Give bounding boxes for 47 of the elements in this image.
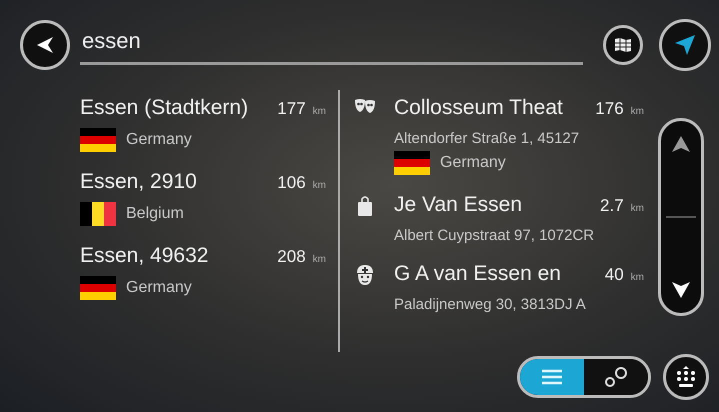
navigation-arrow-icon [674, 34, 696, 56]
masks-icon [354, 98, 376, 114]
bag-icon [357, 195, 373, 217]
address-text: Altendorfer Straße 1, 45127 [394, 130, 580, 147]
country-label: Germany [126, 279, 192, 297]
distance-label: 177 [277, 99, 306, 119]
result-name[interactable]: Je Van Essen [394, 193, 594, 217]
up-arrow-icon[interactable] [671, 135, 691, 153]
list-icon [540, 369, 564, 385]
unit-label: km [312, 180, 326, 191]
navigation-button[interactable] [659, 19, 711, 71]
flag-icon [80, 276, 116, 300]
flag-icon [394, 151, 430, 175]
keyboard-button[interactable] [663, 354, 709, 400]
distance-label: 176 [595, 99, 624, 119]
unit-label: km [312, 106, 326, 117]
distance-label: 2.7 [600, 196, 624, 216]
list-view-button[interactable] [520, 359, 584, 395]
search-field[interactable]: essen [80, 19, 583, 65]
unit-label: km [312, 254, 326, 265]
map-icon [614, 37, 632, 53]
unit-label: km [630, 272, 644, 283]
face-icon [355, 264, 375, 286]
address-text: Albert Cuypstraat 97, 1072CR [394, 227, 596, 244]
unit-label: km [630, 203, 644, 214]
flag-icon [80, 202, 116, 226]
result-name[interactable]: Essen, 49632 [80, 244, 272, 268]
country-label: Belgium [126, 205, 184, 223]
result-name[interactable]: Essen (Stadtkern) [80, 96, 272, 120]
unit-label: km [630, 106, 644, 117]
keyboard-icon [674, 365, 698, 389]
back-arrow-icon [35, 35, 55, 55]
address-text: Paladijnenweg 30, 3813DJ A [394, 296, 587, 313]
result-name[interactable]: G A van Essen en [394, 262, 599, 286]
down-arrow-icon[interactable] [671, 281, 691, 299]
distance-label: 106 [277, 173, 306, 193]
scroll-control[interactable] [658, 118, 704, 316]
distance-label: 40 [604, 265, 624, 285]
map-button[interactable] [603, 25, 643, 65]
distance-label: 208 [277, 247, 306, 267]
flag-icon [80, 128, 116, 152]
result-name[interactable]: Collosseum Theat [394, 96, 590, 120]
back-button[interactable] [20, 20, 70, 70]
country-label: Germany [126, 131, 192, 149]
country-label: Germany [440, 154, 506, 172]
result-name[interactable]: Essen, 2910 [80, 170, 272, 194]
pins-icon [602, 365, 630, 389]
